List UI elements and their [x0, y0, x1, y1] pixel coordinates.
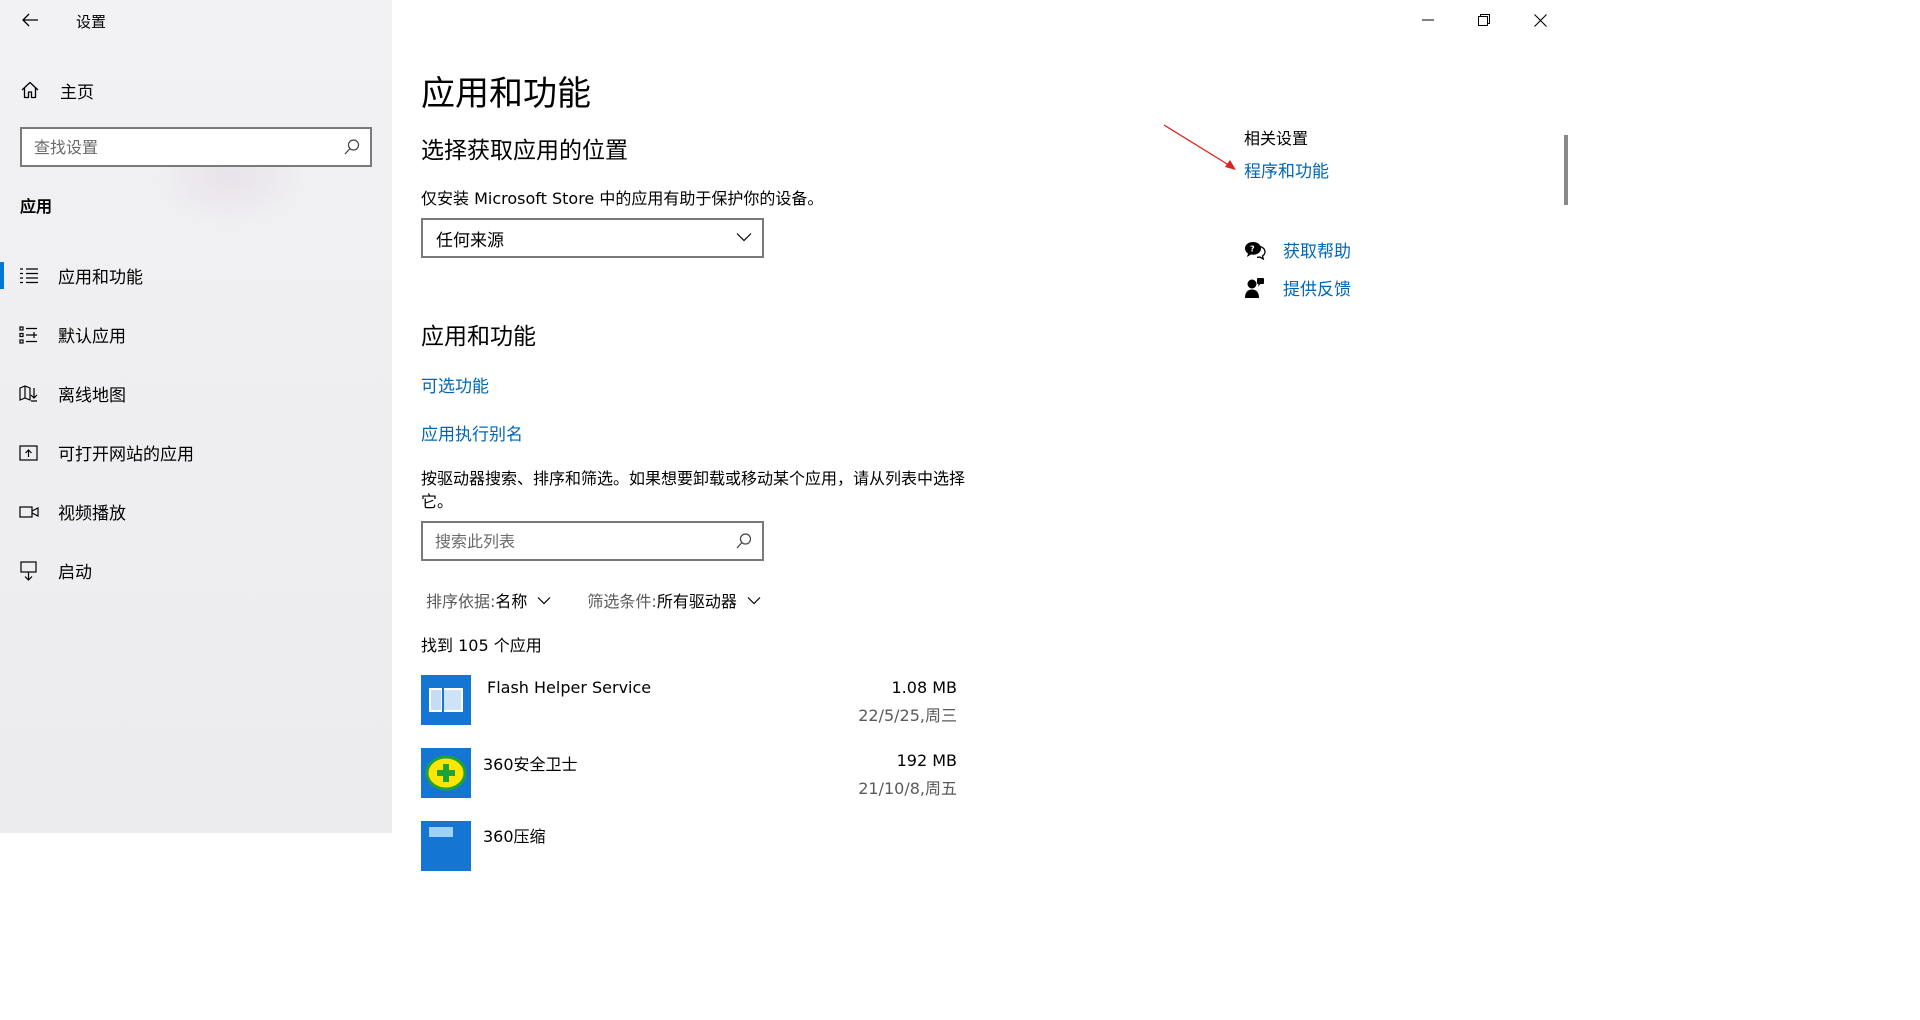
sort-value[interactable]: 名称	[495, 588, 527, 612]
apps-features-heading: 应用和功能	[421, 324, 536, 350]
app-date: 22/5/25,周三	[858, 706, 957, 725]
page-title: 应用和功能	[421, 74, 591, 114]
window-title: 设置	[76, 13, 107, 31]
programs-features-link[interactable]: 程序和功能	[1244, 157, 1329, 182]
app-size: 1.08 MB	[891, 678, 958, 697]
close-button[interactable]	[1512, 0, 1568, 40]
search-icon[interactable]	[735, 532, 753, 550]
search-icon[interactable]	[343, 138, 361, 156]
sidebar-item-label: 应用和功能	[58, 268, 143, 288]
open-web-icon	[19, 443, 39, 463]
settings-search-box[interactable]	[20, 127, 372, 167]
annotation-arrow	[1163, 124, 1236, 170]
sidebar: 设置 主页 应用 应用和功能	[0, 0, 392, 833]
app-list-item[interactable]: Flash Helper Service 1.08 MB 22/5/25,周三	[421, 675, 961, 727]
app-name: 360安全卫士	[483, 755, 578, 774]
back-button[interactable]	[14, 6, 46, 34]
chat-help-icon: ?	[1244, 239, 1266, 261]
sidebar-home[interactable]: 主页	[20, 76, 380, 104]
filter-key[interactable]: 筛选条件:	[587, 588, 656, 612]
filter-value[interactable]: 所有驱动器	[657, 588, 737, 612]
get-help-row[interactable]: ? 获取帮助	[1244, 237, 1351, 262]
sidebar-item-label: 视频播放	[58, 504, 126, 524]
sidebar-item-default-apps[interactable]: 默认应用	[0, 305, 392, 364]
sidebar-item-offline-maps[interactable]: 离线地图	[0, 364, 392, 423]
install-source-dropdown[interactable]: 任何来源	[421, 218, 764, 258]
main-content: 应用和功能 选择获取应用的位置 仅安装 Microsoft Store 中的应用…	[392, 0, 1568, 871]
sidebar-section-label: 应用	[20, 197, 53, 216]
sidebar-item-label: 默认应用	[58, 327, 126, 347]
minimize-button[interactable]	[1400, 0, 1456, 40]
app-list-item[interactable]: 360安全卫士 192 MB 21/10/8,周五	[421, 748, 961, 800]
scrollbar-thumb[interactable]	[1564, 135, 1568, 205]
restore-icon	[1478, 14, 1490, 26]
chevron-down-icon[interactable]	[537, 596, 551, 605]
apps-list-icon	[19, 266, 39, 286]
window-controls	[1400, 0, 1568, 40]
app-list-search-box[interactable]	[421, 521, 764, 561]
app-name: Flash Helper Service	[487, 678, 652, 697]
chevron-down-icon[interactable]	[747, 596, 761, 605]
video-icon	[19, 502, 39, 522]
install-source-description: 仅安装 Microsoft Store 中的应用有助于保护你的设备。	[421, 189, 824, 208]
get-help-label: 获取帮助	[1283, 242, 1351, 262]
sort-filter-row: 排序依据: 名称 筛选条件: 所有驱动器	[426, 588, 797, 612]
app-date: 21/10/8,周五	[858, 779, 957, 798]
sidebar-item-video-playback[interactable]: 视频播放	[0, 482, 392, 541]
related-settings-title: 相关设置	[1244, 129, 1309, 148]
sidebar-nav: 应用和功能 默认应用 离线地图 可打开网站的应用 视频播放 启动	[0, 246, 392, 600]
restore-button[interactable]	[1456, 0, 1512, 40]
sidebar-item-startup[interactable]: 启动	[0, 541, 392, 600]
install-source-heading: 选择获取应用的位置	[421, 138, 628, 164]
map-download-icon	[19, 384, 39, 404]
startup-icon	[19, 560, 39, 581]
chevron-down-icon	[736, 233, 752, 242]
default-apps-icon	[19, 325, 39, 345]
sort-key[interactable]: 排序依据:	[426, 588, 495, 612]
give-feedback-row[interactable]: 提供反馈	[1244, 275, 1351, 300]
app-list-item[interactable]: 360压缩	[421, 821, 961, 873]
home-label: 主页	[60, 82, 94, 103]
feedback-person-icon	[1244, 277, 1266, 299]
sidebar-item-apps-features[interactable]: 应用和功能	[0, 246, 392, 305]
back-arrow-icon	[22, 13, 38, 27]
app-name: 360压缩	[483, 827, 546, 846]
360-zip-icon	[421, 821, 471, 871]
give-feedback-label: 提供反馈	[1283, 280, 1351, 300]
360-security-icon	[421, 748, 471, 798]
sidebar-item-apps-for-websites[interactable]: 可打开网站的应用	[0, 423, 392, 482]
app-list-search-input[interactable]	[423, 523, 713, 559]
app-execution-alias-link[interactable]: 应用执行别名	[421, 420, 523, 445]
flash-helper-icon	[421, 675, 471, 725]
sidebar-item-label: 启动	[58, 563, 92, 583]
svg-text:?: ?	[1250, 244, 1255, 253]
install-source-value: 任何来源	[436, 230, 504, 251]
list-description: 按驱动器搜索、排序和筛选。如果想要卸载或移动某个应用，请从列表中选择它。	[421, 469, 966, 511]
sidebar-item-label: 离线地图	[58, 386, 126, 406]
app-size: 192 MB	[896, 751, 957, 770]
home-icon	[21, 81, 39, 99]
app-count: 找到 105 个应用	[421, 636, 542, 655]
optional-features-link[interactable]: 可选功能	[421, 372, 489, 397]
sidebar-item-label: 可打开网站的应用	[58, 445, 194, 465]
close-icon	[1533, 13, 1547, 27]
minimize-icon	[1422, 19, 1434, 21]
settings-search-input[interactable]	[22, 129, 322, 165]
